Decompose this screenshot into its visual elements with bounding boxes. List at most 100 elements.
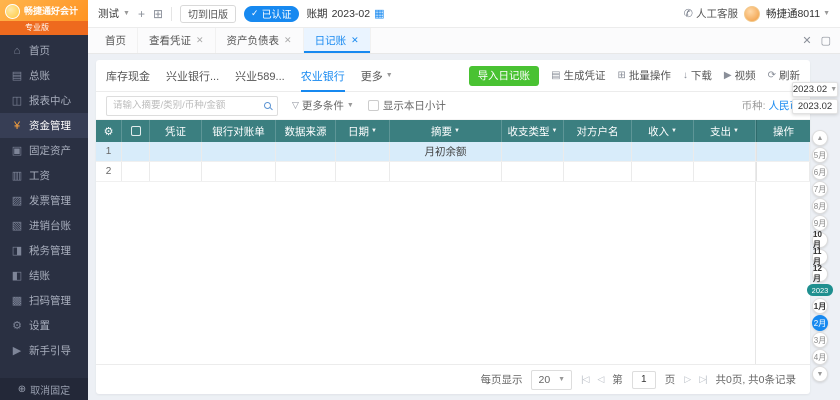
period-option[interactable]: 2023.02 xyxy=(792,99,838,114)
sidebar-item-closing[interactable]: ◧ 结账 xyxy=(0,263,88,288)
next-page-icon[interactable]: ▷ xyxy=(684,374,691,385)
rail-scroll-down[interactable]: ▼ xyxy=(812,366,828,382)
month-button-may[interactable]: 5月 xyxy=(812,147,828,163)
column-header-actions[interactable]: 操作 xyxy=(756,120,810,142)
month-button-oct[interactable]: 10月 xyxy=(812,230,828,249)
video-button[interactable]: ▶ 视频 xyxy=(724,68,756,83)
topbar: 测试 ▼ + ⊞ 切到旧版 ✓ 已认证 账期 2023-02 ▦ ✆ 人工客服 畅捷通… xyxy=(88,0,840,28)
month-button-jul[interactable]: 7月 xyxy=(812,181,828,197)
assets-icon: ▣ xyxy=(11,145,23,157)
account-tab-more[interactable]: 更多 ▼ xyxy=(361,60,393,92)
sidebar-item-beginner-guide[interactable]: ▶ 新手引导 xyxy=(0,338,88,363)
more-conditions-button[interactable]: ▽ 更多条件 ▼ xyxy=(292,98,354,113)
avatar[interactable] xyxy=(743,5,760,22)
sidebar-item-report-center[interactable]: ◫ 报表中心 xyxy=(0,88,88,113)
check-icon: ✓ xyxy=(251,8,259,18)
column-header-voucher[interactable]: 凭证 xyxy=(150,120,202,142)
filter-icon[interactable]: ▼ xyxy=(671,128,677,134)
certified-badge[interactable]: ✓ 已认证 xyxy=(244,5,299,22)
tab-view-voucher[interactable]: 查看凭证 ✕ xyxy=(138,28,216,53)
tab-home[interactable]: 首页 xyxy=(94,28,138,53)
month-button-apr[interactable]: 4月 xyxy=(812,349,828,365)
account-tab-cib-589[interactable]: 兴业589... xyxy=(235,60,285,92)
tab-balance-sheet[interactable]: 资产负债表 ✕ xyxy=(216,28,304,53)
filter-icon[interactable]: ▼ xyxy=(733,128,739,134)
tab-journal[interactable]: 日记账 ✕ xyxy=(303,28,371,53)
table-row[interactable]: 2 xyxy=(96,162,810,182)
month-button-mar[interactable]: 3月 xyxy=(812,332,828,348)
sidebar-item-general-ledger[interactable]: ▤ 总账 xyxy=(0,63,88,88)
month-button-aug[interactable]: 8月 xyxy=(812,198,828,214)
brand-edition: 专业版 xyxy=(0,21,88,35)
customer-service-button[interactable]: ✆ 人工客服 xyxy=(684,6,738,21)
column-header-counterparty[interactable]: 对方户名 xyxy=(564,120,632,142)
filter-icon[interactable]: ▼ xyxy=(552,128,558,134)
column-header-summary[interactable]: 摘要 ▼ xyxy=(390,120,502,142)
calendar-icon[interactable]: ▦ xyxy=(374,7,384,20)
chevron-down-icon: ▼ xyxy=(123,10,130,17)
filter-icon[interactable]: ▼ xyxy=(371,128,377,134)
sidebar-item-payroll[interactable]: ▥ 工资 xyxy=(0,163,88,188)
month-button-feb[interactable]: 2月 xyxy=(812,315,828,331)
download-button[interactable]: ↓ 下载 xyxy=(683,68,712,83)
month-button-jun[interactable]: 6月 xyxy=(812,164,828,180)
account-tab-cash[interactable]: 库存现金 xyxy=(106,60,150,92)
first-page-icon[interactable]: |◁ xyxy=(581,374,589,385)
account-tab-abc-bank[interactable]: 农业银行 xyxy=(301,60,345,92)
generate-voucher-button[interactable]: ▤ 生成凭证 xyxy=(551,68,605,83)
tax-icon: ◨ xyxy=(11,245,23,257)
column-header-date[interactable]: 日期 ▼ xyxy=(336,120,390,142)
close-icon[interactable]: ✕ xyxy=(284,35,292,46)
sidebar-item-scan[interactable]: ▩ 扫码管理 xyxy=(0,288,88,313)
month-button-nov[interactable]: 11月 xyxy=(812,247,828,266)
table-header: ⚙ 凭证 银行对账单 数据来源 日期 ▼ 摘要 ▼ 收支类型 ▼ 对方户名 收入 ▼ 支… xyxy=(96,120,810,142)
column-header-income[interactable]: 收入 ▼ xyxy=(632,120,694,142)
last-page-icon[interactable]: ▷| xyxy=(699,374,707,385)
close-icon[interactable]: ✕ xyxy=(196,35,204,46)
sidebar-item-fixed-assets[interactable]: ▣ 固定资产 xyxy=(0,138,88,163)
sidebar-item-purchase-sales[interactable]: ▧ 进销台账 xyxy=(0,213,88,238)
org-selector[interactable]: 测试 ▼ xyxy=(98,6,130,21)
refresh-button[interactable]: ⟳ 刷新 xyxy=(768,68,800,83)
sidebar-item-settings[interactable]: ⚙ 设置 xyxy=(0,313,88,338)
search-input[interactable] xyxy=(113,100,260,111)
account-tab-cib-bank[interactable]: 兴业银行... xyxy=(166,60,219,92)
pin-icon: ⊕ xyxy=(17,383,27,395)
column-header-income-expense-type[interactable]: 收支类型 ▼ xyxy=(502,120,564,142)
per-page-select[interactable]: 20 ▼ xyxy=(531,369,573,390)
column-header-bank-statement[interactable]: 银行对账单 xyxy=(202,120,276,142)
select-all-checkbox[interactable] xyxy=(130,126,141,136)
column-header-data-source[interactable]: 数据来源 xyxy=(276,120,336,142)
sidebar-item-fund-management[interactable]: ¥ 资金管理 xyxy=(0,113,88,138)
close-icon[interactable]: ✕ xyxy=(351,35,359,46)
month-button-dec[interactable]: 12月 xyxy=(812,264,828,283)
rail-scroll-up[interactable]: ▲ xyxy=(812,130,828,146)
page-number-input[interactable] xyxy=(631,370,656,389)
batch-operation-button[interactable]: ⊞ 批量操作 xyxy=(618,68,671,83)
search-icon[interactable] xyxy=(264,102,271,109)
period-current[interactable]: 2023.02 ▼ xyxy=(792,82,838,97)
filter-icon[interactable]: ▼ xyxy=(454,128,460,134)
add-icon[interactable]: + xyxy=(138,7,145,21)
import-journal-button[interactable]: 导入日记账 xyxy=(468,65,540,86)
journal-card: 库存现金 兴业银行... 兴业589... 农业银行 更多 ▼ 导入日记账 ▤ 生成… xyxy=(96,60,810,394)
apps-grid-icon[interactable]: ⊞ xyxy=(153,7,163,21)
column-header-expense[interactable]: 支出 ▼ xyxy=(694,120,756,142)
switch-old-version-button[interactable]: 切到旧版 xyxy=(180,4,237,23)
sidebar-item-tax[interactable]: ◨ 税务管理 xyxy=(0,238,88,263)
chevron-up-icon: ▲ xyxy=(816,134,824,142)
accounting-period: 账期 2023-02 ▦ xyxy=(306,7,385,21)
sidebar-item-home[interactable]: ⌂ 首页 xyxy=(0,38,88,63)
close-all-tabs-icon[interactable]: ✕ xyxy=(802,34,811,47)
fullscreen-icon[interactable]: ▢ xyxy=(821,34,831,47)
prev-page-icon[interactable]: ◁ xyxy=(597,374,604,385)
sidebar-item-invoice[interactable]: ▨ 发票管理 xyxy=(0,188,88,213)
gear-icon[interactable]: ⚙ xyxy=(104,125,114,138)
unpin-button[interactable]: ⊕ 取消固定 xyxy=(0,378,88,400)
user-menu[interactable]: 畅捷通8011 ▼ xyxy=(766,6,830,21)
divider xyxy=(171,6,173,21)
show-daily-subtotal-checkbox[interactable]: 显示本日小计 xyxy=(367,98,446,113)
month-button-jan[interactable]: 1月 xyxy=(812,298,828,314)
month-button-sep[interactable]: 9月 xyxy=(812,215,828,231)
table-row[interactable]: 1 月初余额 xyxy=(96,142,810,162)
